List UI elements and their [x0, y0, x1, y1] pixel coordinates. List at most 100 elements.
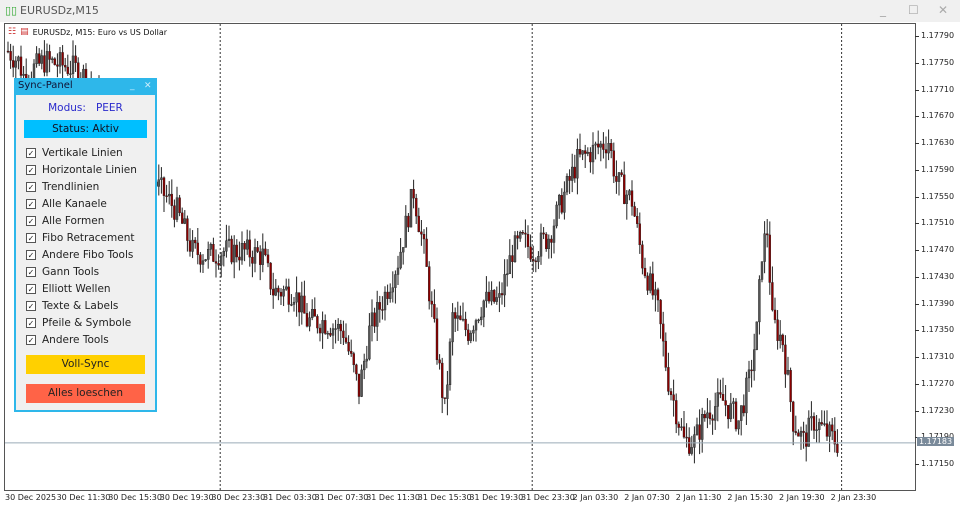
- candle-body: [355, 364, 358, 375]
- candle-body: [402, 247, 405, 253]
- checkbox[interactable]: ✓: [26, 300, 36, 311]
- current-price-tag: 1.17183: [917, 436, 955, 446]
- checkbox[interactable]: ✓: [26, 147, 36, 158]
- status-button[interactable]: Status: Aktiv: [24, 120, 147, 138]
- candle-body: [282, 289, 285, 297]
- candle-body: [464, 318, 467, 331]
- candle-body: [641, 244, 644, 269]
- full-sync-button[interactable]: Voll-Sync: [26, 355, 145, 374]
- candle-body: [636, 216, 639, 224]
- chart-properties-icon[interactable]: ▤: [20, 27, 29, 37]
- candle-body: [565, 176, 569, 193]
- candle-body: [425, 238, 428, 267]
- candle-body: [558, 195, 561, 206]
- clear-all-button[interactable]: Alles loeschen: [26, 384, 145, 403]
- candle-body: [331, 328, 335, 336]
- candle-body: [232, 244, 236, 263]
- checkbox-option[interactable]: ✓ Fibo Retracement: [16, 229, 155, 246]
- candle-body: [506, 273, 509, 276]
- candle-body: [740, 405, 743, 421]
- checkbox[interactable]: ✓: [26, 215, 36, 226]
- minimize-button[interactable]: _: [880, 3, 886, 17]
- panel-minimize-icon[interactable]: _: [130, 81, 135, 91]
- candle-body: [435, 318, 439, 361]
- candle-body: [238, 256, 241, 261]
- checkbox[interactable]: ✓: [26, 198, 36, 209]
- candle-body: [344, 337, 348, 343]
- checkbox[interactable]: ✓: [26, 283, 36, 294]
- candle-body: [446, 384, 449, 399]
- checkbox-option[interactable]: ✓ Trendlinien: [16, 178, 155, 195]
- candle-body: [17, 56, 20, 62]
- candle-body: [383, 291, 387, 311]
- candle-body: [188, 240, 192, 252]
- candle-body: [157, 179, 161, 187]
- indicator-list-icon[interactable]: ☷: [8, 27, 16, 37]
- checkbox-option[interactable]: ✓ Andere Fibo Tools: [16, 246, 155, 263]
- checkbox-option[interactable]: ✓ Alle Formen: [16, 212, 155, 229]
- checkbox[interactable]: ✓: [26, 181, 36, 192]
- symbol-description: EURUSDz, M15: Euro vs US Dollar: [32, 27, 168, 37]
- candle-body: [180, 212, 184, 224]
- checkbox-label: Alle Formen: [42, 214, 105, 227]
- candle-body: [758, 279, 761, 323]
- checkbox-option[interactable]: ✓ Horizontale Linien: [16, 161, 155, 178]
- candle-body: [318, 327, 322, 334]
- candle-body: [274, 287, 277, 296]
- candle-body: [324, 320, 327, 334]
- candle-body: [633, 206, 636, 217]
- checkbox[interactable]: ✓: [26, 164, 36, 175]
- maximize-button[interactable]: ☐: [908, 3, 919, 17]
- candle-body: [40, 55, 43, 64]
- candle-body: [508, 255, 511, 275]
- checkbox-option[interactable]: ✓ Pfeile & Symbole: [16, 314, 155, 331]
- candle-body: [167, 193, 171, 197]
- candle-body: [815, 429, 818, 431]
- checkbox[interactable]: ✓: [26, 317, 36, 328]
- candle-body: [773, 309, 777, 320]
- candle-body: [693, 434, 696, 448]
- candle-body: [251, 256, 254, 264]
- y-tick: [915, 303, 919, 305]
- candle-body: [451, 312, 454, 343]
- checkbox[interactable]: ✓: [26, 266, 36, 277]
- checkbox-option[interactable]: ✓ Andere Tools: [16, 331, 155, 348]
- y-tick: [915, 223, 919, 225]
- candle-body: [682, 426, 686, 438]
- candle-body: [227, 238, 231, 241]
- candle-body: [456, 315, 459, 319]
- candle-body: [51, 58, 54, 60]
- candle-body: [19, 56, 23, 76]
- checkbox-option[interactable]: ✓ Vertikale Linien: [16, 144, 155, 161]
- panel-header[interactable]: Sync-Panel _ ✕: [16, 80, 155, 95]
- checkbox-option[interactable]: ✓ Alle Kanaele: [16, 195, 155, 212]
- candle-body: [357, 373, 361, 397]
- close-button[interactable]: ✕: [938, 3, 948, 17]
- checkbox-label: Alle Kanaele: [42, 197, 107, 210]
- checkbox-option[interactable]: ✓ Gann Tools: [16, 263, 155, 280]
- checkbox-option[interactable]: ✓ Elliott Wellen: [16, 280, 155, 297]
- candle-body: [576, 149, 579, 179]
- checkbox-label: Elliott Wellen: [42, 282, 111, 295]
- mode-label: Modus:: [48, 102, 86, 114]
- candle-body: [376, 302, 379, 327]
- candle-body: [6, 50, 10, 53]
- candle-body: [321, 320, 324, 334]
- checkbox-option[interactable]: ✓ Texte & Labels: [16, 297, 155, 314]
- candle-body: [662, 323, 665, 342]
- y-tick-label: 1.17470: [921, 245, 955, 254]
- candle-body: [438, 359, 441, 364]
- candle-body: [217, 263, 220, 266]
- checkbox[interactable]: ✓: [26, 249, 36, 260]
- candle-body: [490, 289, 493, 302]
- candle-body: [615, 175, 618, 182]
- candle-body: [521, 232, 524, 234]
- checkbox[interactable]: ✓: [26, 232, 36, 243]
- y-tick-label: 1.17510: [921, 218, 955, 228]
- candle-body: [589, 151, 592, 163]
- checkbox[interactable]: ✓: [26, 334, 36, 345]
- candle-body: [529, 246, 532, 260]
- candle-body: [805, 432, 808, 447]
- panel-close-icon[interactable]: ✕: [144, 81, 152, 91]
- candle-body: [625, 194, 628, 204]
